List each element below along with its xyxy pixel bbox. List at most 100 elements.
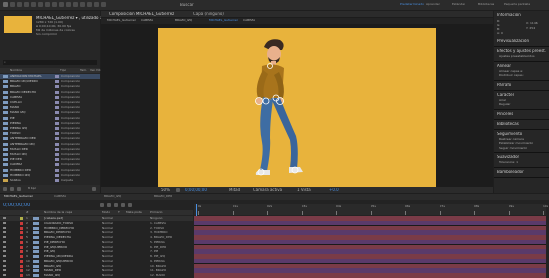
label-color-swatch[interactable] xyxy=(55,111,59,115)
visibility-eye-icon[interactable] xyxy=(3,226,6,229)
project-list-item[interactable]: Sólidos Carpeta xyxy=(0,178,100,183)
type-icon[interactable] xyxy=(66,2,71,7)
layer-parent[interactable]: 4. BRAZO_DER xyxy=(150,236,172,239)
layer-label-swatch[interactable] xyxy=(20,250,23,254)
label-color-swatch[interactable] xyxy=(55,132,59,136)
hand-icon[interactable] xyxy=(17,2,22,7)
layer-parent[interactable]: 3. HOMBRO xyxy=(150,231,168,234)
tab-layer[interactable]: Capa (ninguno) xyxy=(193,12,224,16)
column-size[interactable]: Tam. xyxy=(80,69,87,72)
layer-mode[interactable]: Normal xyxy=(102,260,113,263)
views-select[interactable]: 1 Vista xyxy=(297,188,311,192)
label-color-swatch[interactable] xyxy=(55,142,59,146)
motion-blur-icon[interactable] xyxy=(121,203,125,207)
layer-mode[interactable]: Normal xyxy=(102,274,113,277)
label-color-swatch[interactable] xyxy=(55,147,59,151)
search-label[interactable]: Buscar xyxy=(180,3,194,7)
timeline-tab[interactable]: BRAZO_IZQ xyxy=(104,195,121,198)
layer-name[interactable]: PIE_DERECHO xyxy=(44,241,65,244)
new-folder-icon[interactable] xyxy=(10,187,14,191)
column-name[interactable]: Nombre xyxy=(10,69,22,72)
layer-name[interactable]: [cabeza.psd] xyxy=(44,217,63,220)
layer-row[interactable]: 13 MANO_IZQ Normal 12. MANO xyxy=(0,273,193,278)
right-section-line[interactable]: Arial xyxy=(499,99,506,102)
visibility-eye-icon[interactable] xyxy=(3,240,6,243)
layer-parent[interactable]: Ninguno xyxy=(150,217,163,220)
workspace-0[interactable]: Predeterminado xyxy=(400,3,424,6)
workspace-2[interactable]: Estándar xyxy=(452,3,465,6)
label-color-swatch[interactable] xyxy=(55,85,59,89)
exposure-offset[interactable]: +0.0 xyxy=(329,188,339,192)
time-ruler[interactable]: 0s 01s 02s 03s 04s 05s 06s 07s 08s 09s 10s xyxy=(194,204,548,215)
right-section-line[interactable]: Tolerancia: 1 xyxy=(499,161,518,164)
layer-label-swatch[interactable] xyxy=(20,259,23,263)
layer-parent[interactable]: 1. CABEZA xyxy=(150,222,166,225)
workspace-1[interactable]: Aprender xyxy=(426,3,440,6)
brush-icon[interactable] xyxy=(73,2,78,7)
right-section-title[interactable]: Pinceles xyxy=(497,112,513,116)
tab-composition[interactable]: Composición MICHAEL_Gutierrez xyxy=(109,12,174,16)
timeline-tab[interactable]: CABEZA xyxy=(54,195,66,198)
layer-label-swatch[interactable] xyxy=(20,255,23,258)
label-color-swatch[interactable] xyxy=(55,168,59,172)
layer-parent[interactable]: 12. MANO xyxy=(150,274,165,277)
layer-name[interactable]: MANO_DER xyxy=(44,269,61,272)
info-title[interactable]: Información xyxy=(497,13,521,17)
workspace-3[interactable]: Bibliotecas xyxy=(478,3,494,6)
camera-snapshot-icon[interactable] xyxy=(176,188,180,192)
layer-name[interactable]: MANO_IZQ xyxy=(44,274,60,277)
pin-icon[interactable] xyxy=(101,2,106,7)
layer-mode[interactable]: Normal xyxy=(102,246,113,249)
visibility-eye-icon[interactable] xyxy=(3,269,6,272)
layer-mode[interactable]: Normal xyxy=(102,255,113,258)
zoom-level[interactable]: 50% xyxy=(161,188,170,192)
resolution-select[interactable]: Mitad xyxy=(229,188,240,192)
layer-label-swatch[interactable] xyxy=(20,236,23,239)
layer-mode[interactable]: Normal xyxy=(102,265,113,268)
breadcrumb-item[interactable]: BRAZO_IZQ xyxy=(175,19,192,22)
bpc-label[interactable]: 8 bpc xyxy=(28,187,36,190)
layer-mode[interactable]: Normal xyxy=(102,217,113,220)
right-section-title[interactable]: Bibliotecas xyxy=(497,122,519,126)
right-section-line[interactable]: Seguir movimiento xyxy=(499,147,527,150)
layer-name[interactable]: PIERNA_DERECHA xyxy=(44,236,71,239)
right-section-title[interactable]: Alinear xyxy=(497,64,511,68)
label-color-swatch[interactable] xyxy=(55,80,59,84)
layer-parent[interactable]: 5. PIERNA xyxy=(150,241,165,244)
visibility-eye-icon[interactable] xyxy=(3,274,6,276)
frame-blending-icon[interactable] xyxy=(114,203,118,207)
breadcrumb-item[interactable]: CABEZA xyxy=(243,19,255,22)
label-color-swatch[interactable] xyxy=(55,101,59,104)
label-color-swatch[interactable] xyxy=(55,163,59,167)
label-color-swatch[interactable] xyxy=(55,173,59,177)
roto-icon[interactable] xyxy=(94,2,99,7)
new-composition-icon[interactable] xyxy=(17,187,21,191)
breadcrumb-item[interactable]: MICHAEL_Gutierrez xyxy=(209,19,238,22)
layer-label-swatch[interactable] xyxy=(20,269,23,273)
right-section-title[interactable]: Seguimiento xyxy=(497,132,522,136)
layer-name[interactable]: PIERNA_IZQUIERDA xyxy=(44,255,73,258)
right-section-line[interactable]: Alinear capas a: xyxy=(499,70,523,73)
right-section-line[interactable]: Rastrear cámara xyxy=(499,138,524,141)
label-color-swatch[interactable] xyxy=(55,106,59,110)
layer-label-swatch[interactable] xyxy=(20,240,23,244)
layer-name[interactable]: HOMBRO_DERECHO xyxy=(44,227,74,230)
timeline-tab[interactable]: MICHAEL_Gutierrez xyxy=(4,195,33,198)
label-color-swatch[interactable] xyxy=(55,137,59,141)
layer-label-swatch[interactable] xyxy=(20,231,23,235)
right-section-title[interactable]: Carácter xyxy=(497,93,514,97)
layer-mode[interactable]: Normal xyxy=(102,231,113,234)
right-section-line[interactable]: Distribuir capas: xyxy=(499,74,524,77)
timeline-timecode[interactable]: 0;00;00;00 xyxy=(3,203,30,208)
layer-label-swatch[interactable] xyxy=(20,264,23,268)
visibility-eye-icon[interactable] xyxy=(3,231,6,234)
col-track-matte[interactable]: Mate pista xyxy=(126,211,142,214)
layer-mode[interactable]: Normal xyxy=(102,236,113,239)
layer-parent[interactable]: 7. PIE xyxy=(150,250,158,253)
layer-mode[interactable]: Normal xyxy=(102,222,113,225)
column-type[interactable]: Tipo xyxy=(60,69,66,72)
layer-parent[interactable]: 11. BRAZO xyxy=(150,269,166,272)
layer-name[interactable]: CUADRADO_TORSO xyxy=(44,222,73,225)
graph-editor-icon[interactable] xyxy=(128,203,132,207)
visibility-eye-icon[interactable] xyxy=(3,255,6,257)
